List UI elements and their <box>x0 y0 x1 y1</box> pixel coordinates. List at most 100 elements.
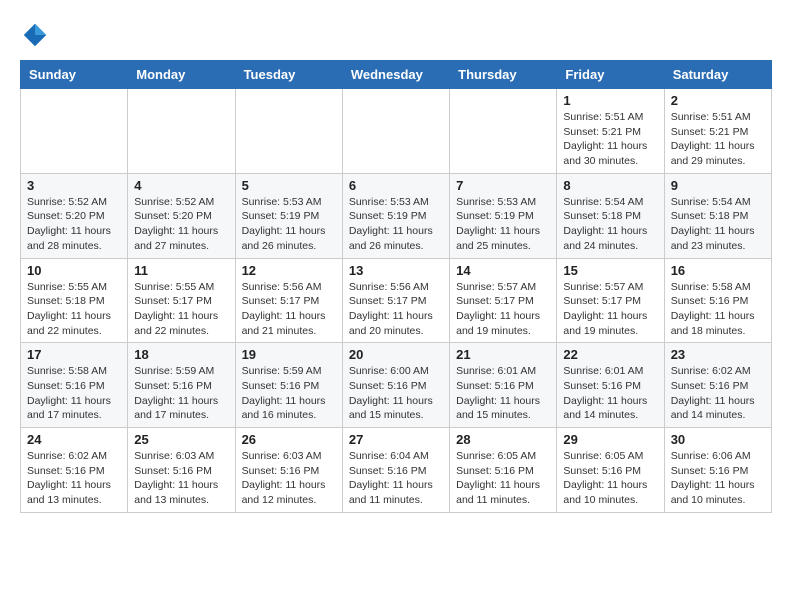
day-info: Sunrise: 5:53 AM Sunset: 5:19 PM Dayligh… <box>349 195 443 254</box>
day-number: 4 <box>134 178 228 193</box>
day-number: 19 <box>242 347 336 362</box>
day-info: Sunrise: 5:54 AM Sunset: 5:18 PM Dayligh… <box>563 195 657 254</box>
calendar-table: SundayMondayTuesdayWednesdayThursdayFrid… <box>20 60 772 513</box>
day-info: Sunrise: 5:57 AM Sunset: 5:17 PM Dayligh… <box>563 280 657 339</box>
day-number: 5 <box>242 178 336 193</box>
calendar-cell: 2 Sunrise: 5:51 AM Sunset: 5:21 PM Daylig… <box>664 89 771 174</box>
day-info: Sunrise: 6:04 AM Sunset: 5:16 PM Dayligh… <box>349 449 443 508</box>
day-info: Sunrise: 5:57 AM Sunset: 5:17 PM Dayligh… <box>456 280 550 339</box>
day-info: Sunrise: 5:51 AM Sunset: 5:21 PM Dayligh… <box>563 110 657 169</box>
day-info: Sunrise: 5:56 AM Sunset: 5:17 PM Dayligh… <box>242 280 336 339</box>
weekday-header-sunday: Sunday <box>21 61 128 89</box>
day-number: 23 <box>671 347 765 362</box>
day-number: 8 <box>563 178 657 193</box>
calendar-cell <box>128 89 235 174</box>
calendar-cell: 9 Sunrise: 5:54 AM Sunset: 5:18 PM Daylig… <box>664 173 771 258</box>
day-number: 27 <box>349 432 443 447</box>
calendar-cell: 10Sunrise: 5:55 AM Sunset: 5:18 PM Dayli… <box>21 258 128 343</box>
day-number: 6 <box>349 178 443 193</box>
calendar-cell: 26Sunrise: 6:03 AM Sunset: 5:16 PM Dayli… <box>235 428 342 513</box>
day-number: 24 <box>27 432 121 447</box>
day-number: 13 <box>349 263 443 278</box>
logo <box>20 20 54 50</box>
calendar-cell: 14 Sunrise: 5:57 AM Sunset: 5:17 PM Dayli… <box>450 258 557 343</box>
day-info: Sunrise: 5:59 AM Sunset: 5:16 PM Dayligh… <box>134 364 228 423</box>
day-info: Sunrise: 5:55 AM Sunset: 5:17 PM Dayligh… <box>134 280 228 339</box>
calendar-cell: 30Sunrise: 6:06 AM Sunset: 5:16 PM Dayli… <box>664 428 771 513</box>
day-info: Sunrise: 5:58 AM Sunset: 5:16 PM Dayligh… <box>671 280 765 339</box>
day-info: Sunrise: 6:05 AM Sunset: 5:16 PM Dayligh… <box>563 449 657 508</box>
calendar-cell: 19 Sunrise: 5:59 AM Sunset: 5:16 PM Dayli… <box>235 343 342 428</box>
day-info: Sunrise: 5:59 AM Sunset: 5:16 PM Dayligh… <box>242 364 336 423</box>
day-number: 20 <box>349 347 443 362</box>
calendar-cell <box>450 89 557 174</box>
calendar-cell <box>21 89 128 174</box>
day-info: Sunrise: 5:56 AM Sunset: 5:17 PM Dayligh… <box>349 280 443 339</box>
day-number: 11 <box>134 263 228 278</box>
calendar-cell: 13 Sunrise: 5:56 AM Sunset: 5:17 PM Dayli… <box>342 258 449 343</box>
week-row-0: 1Sunrise: 5:51 AM Sunset: 5:21 PM Daylig… <box>21 89 772 174</box>
calendar-cell: 6 Sunrise: 5:53 AM Sunset: 5:19 PM Daylig… <box>342 173 449 258</box>
day-number: 9 <box>671 178 765 193</box>
calendar-cell <box>235 89 342 174</box>
week-row-1: 3 Sunrise: 5:52 AM Sunset: 5:20 PM Daylig… <box>21 173 772 258</box>
calendar-cell: 1Sunrise: 5:51 AM Sunset: 5:21 PM Daylig… <box>557 89 664 174</box>
logo-icon <box>20 20 50 50</box>
day-info: Sunrise: 5:53 AM Sunset: 5:19 PM Dayligh… <box>456 195 550 254</box>
calendar-cell: 11 Sunrise: 5:55 AM Sunset: 5:17 PM Dayli… <box>128 258 235 343</box>
calendar-cell: 20 Sunrise: 6:00 AM Sunset: 5:16 PM Dayli… <box>342 343 449 428</box>
calendar-cell: 18 Sunrise: 5:59 AM Sunset: 5:16 PM Dayli… <box>128 343 235 428</box>
week-row-4: 24 Sunrise: 6:02 AM Sunset: 5:16 PM Dayli… <box>21 428 772 513</box>
calendar-cell <box>342 89 449 174</box>
calendar-cell: 3 Sunrise: 5:52 AM Sunset: 5:20 PM Daylig… <box>21 173 128 258</box>
day-info: Sunrise: 6:02 AM Sunset: 5:16 PM Dayligh… <box>27 449 121 508</box>
day-number: 3 <box>27 178 121 193</box>
calendar-cell: 23Sunrise: 6:02 AM Sunset: 5:16 PM Dayli… <box>664 343 771 428</box>
calendar-cell: 28 Sunrise: 6:05 AM Sunset: 5:16 PM Dayli… <box>450 428 557 513</box>
day-info: Sunrise: 5:54 AM Sunset: 5:18 PM Dayligh… <box>671 195 765 254</box>
calendar-cell: 22 Sunrise: 6:01 AM Sunset: 5:16 PM Dayli… <box>557 343 664 428</box>
weekday-header-saturday: Saturday <box>664 61 771 89</box>
day-number: 2 <box>671 93 765 108</box>
day-info: Sunrise: 6:03 AM Sunset: 5:16 PM Dayligh… <box>134 449 228 508</box>
calendar-cell: 12 Sunrise: 5:56 AM Sunset: 5:17 PM Dayli… <box>235 258 342 343</box>
day-number: 16 <box>671 263 765 278</box>
calendar-cell: 8 Sunrise: 5:54 AM Sunset: 5:18 PM Daylig… <box>557 173 664 258</box>
weekday-header-thursday: Thursday <box>450 61 557 89</box>
day-number: 18 <box>134 347 228 362</box>
day-number: 22 <box>563 347 657 362</box>
calendar-cell: 15Sunrise: 5:57 AM Sunset: 5:17 PM Dayli… <box>557 258 664 343</box>
day-info: Sunrise: 6:01 AM Sunset: 5:16 PM Dayligh… <box>456 364 550 423</box>
day-info: Sunrise: 6:01 AM Sunset: 5:16 PM Dayligh… <box>563 364 657 423</box>
day-info: Sunrise: 5:58 AM Sunset: 5:16 PM Dayligh… <box>27 364 121 423</box>
week-row-3: 17 Sunrise: 5:58 AM Sunset: 5:16 PM Dayli… <box>21 343 772 428</box>
day-info: Sunrise: 5:52 AM Sunset: 5:20 PM Dayligh… <box>134 195 228 254</box>
day-number: 7 <box>456 178 550 193</box>
day-info: Sunrise: 5:53 AM Sunset: 5:19 PM Dayligh… <box>242 195 336 254</box>
calendar-cell: 27 Sunrise: 6:04 AM Sunset: 5:16 PM Dayli… <box>342 428 449 513</box>
calendar-cell: 21Sunrise: 6:01 AM Sunset: 5:16 PM Dayli… <box>450 343 557 428</box>
header <box>20 20 772 50</box>
weekday-header-monday: Monday <box>128 61 235 89</box>
day-info: Sunrise: 6:05 AM Sunset: 5:16 PM Dayligh… <box>456 449 550 508</box>
weekday-header-wednesday: Wednesday <box>342 61 449 89</box>
calendar-cell: 7 Sunrise: 5:53 AM Sunset: 5:19 PM Daylig… <box>450 173 557 258</box>
calendar-cell: 16 Sunrise: 5:58 AM Sunset: 5:16 PM Dayli… <box>664 258 771 343</box>
day-number: 17 <box>27 347 121 362</box>
day-number: 30 <box>671 432 765 447</box>
calendar-cell: 24 Sunrise: 6:02 AM Sunset: 5:16 PM Dayli… <box>21 428 128 513</box>
calendar-cell: 5 Sunrise: 5:53 AM Sunset: 5:19 PM Daylig… <box>235 173 342 258</box>
day-number: 14 <box>456 263 550 278</box>
page: SundayMondayTuesdayWednesdayThursdayFrid… <box>0 0 792 523</box>
week-row-2: 10Sunrise: 5:55 AM Sunset: 5:18 PM Dayli… <box>21 258 772 343</box>
day-info: Sunrise: 6:00 AM Sunset: 5:16 PM Dayligh… <box>349 364 443 423</box>
day-info: Sunrise: 5:52 AM Sunset: 5:20 PM Dayligh… <box>27 195 121 254</box>
day-number: 28 <box>456 432 550 447</box>
day-number: 29 <box>563 432 657 447</box>
day-number: 12 <box>242 263 336 278</box>
calendar-cell: 25Sunrise: 6:03 AM Sunset: 5:16 PM Dayli… <box>128 428 235 513</box>
calendar-cell: 4 Sunrise: 5:52 AM Sunset: 5:20 PM Daylig… <box>128 173 235 258</box>
day-info: Sunrise: 6:03 AM Sunset: 5:16 PM Dayligh… <box>242 449 336 508</box>
calendar-cell: 17 Sunrise: 5:58 AM Sunset: 5:16 PM Dayli… <box>21 343 128 428</box>
day-info: Sunrise: 5:51 AM Sunset: 5:21 PM Dayligh… <box>671 110 765 169</box>
